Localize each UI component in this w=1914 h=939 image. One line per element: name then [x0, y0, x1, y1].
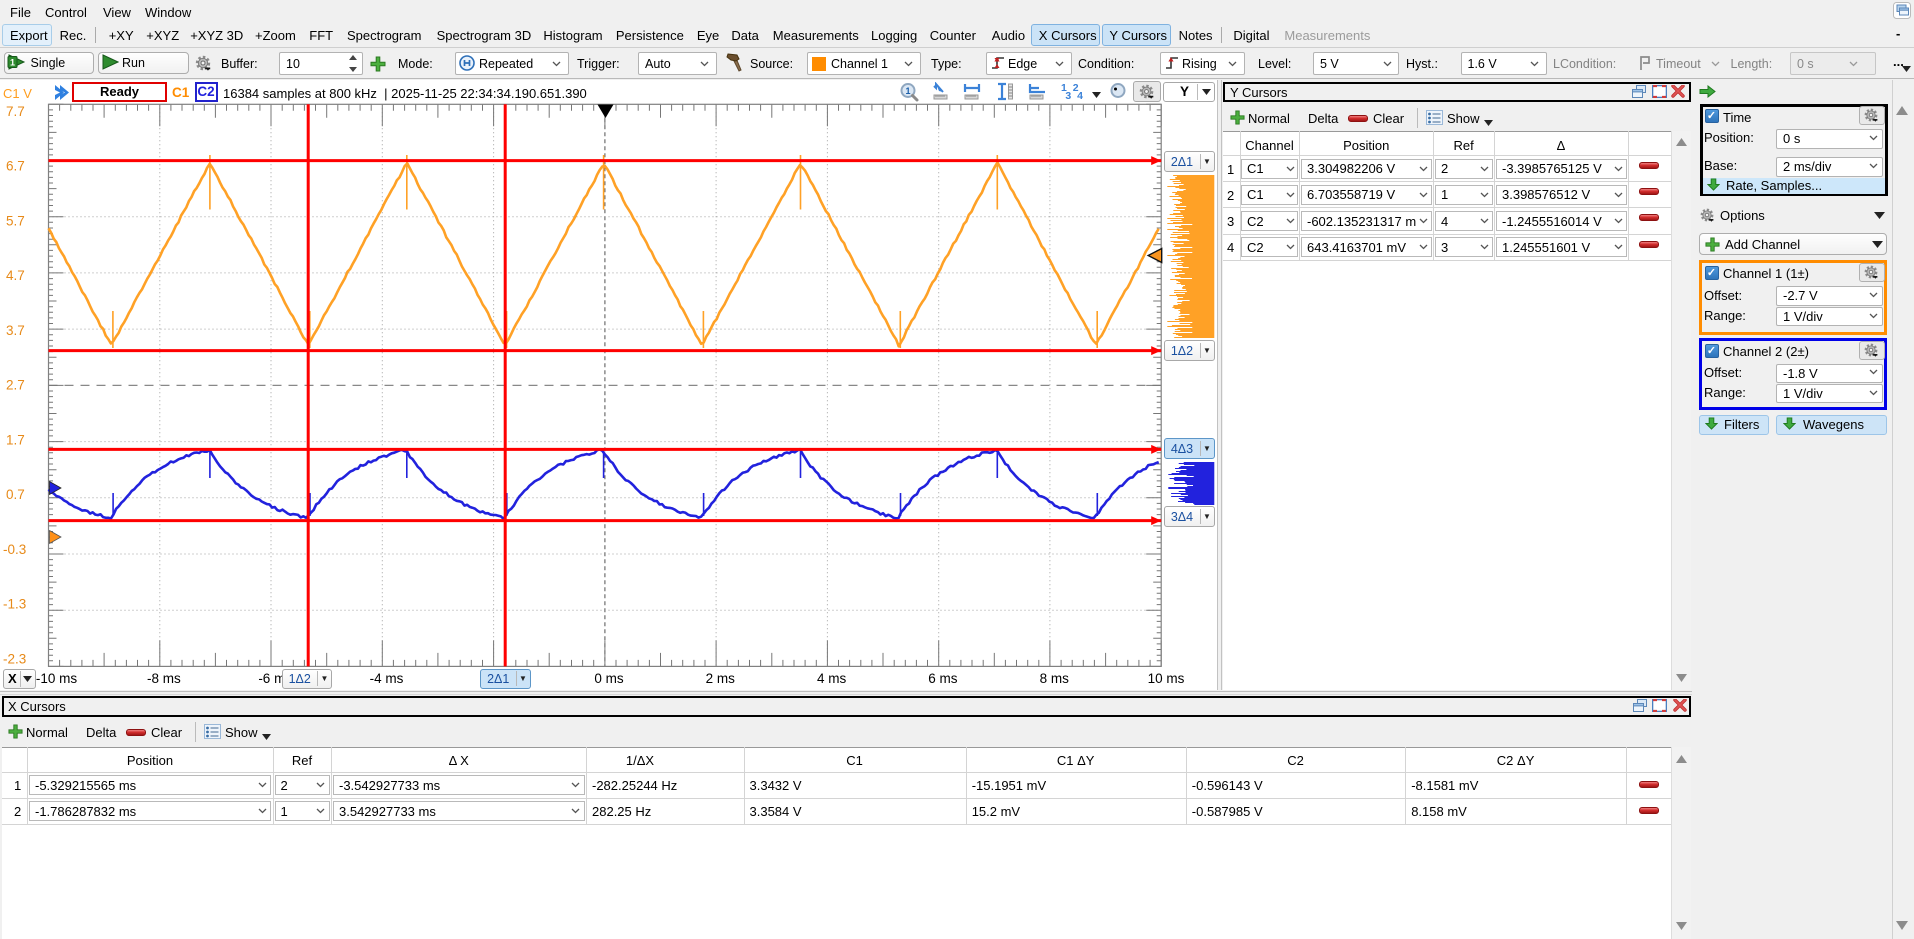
svg-text:5.7: 5.7: [6, 214, 25, 229]
svg-text:7.7: 7.7: [6, 104, 25, 119]
svg-text:10 ms: 10 ms: [1148, 671, 1185, 686]
svg-text:6.7: 6.7: [6, 159, 25, 174]
svg-text:-1.3: -1.3: [3, 597, 26, 612]
svg-text:4 ms: 4 ms: [817, 671, 847, 686]
svg-text:-8 ms: -8 ms: [147, 671, 181, 686]
svg-text:2.7: 2.7: [6, 378, 25, 393]
svg-text:2 ms: 2 ms: [706, 671, 736, 686]
svg-text:3.7: 3.7: [6, 323, 25, 338]
svg-text:4.7: 4.7: [6, 268, 25, 283]
svg-text:-0.3: -0.3: [3, 542, 26, 557]
svg-text:-2.3: -2.3: [3, 651, 26, 666]
svg-text:0.7: 0.7: [6, 487, 25, 502]
svg-text:-4 ms: -4 ms: [370, 671, 404, 686]
svg-text:0 ms: 0 ms: [594, 671, 624, 686]
svg-text:-10 ms: -10 ms: [36, 671, 78, 686]
svg-text:8 ms: 8 ms: [1040, 671, 1070, 686]
svg-text:1.7: 1.7: [6, 432, 25, 447]
svg-text:6 ms: 6 ms: [928, 671, 958, 686]
